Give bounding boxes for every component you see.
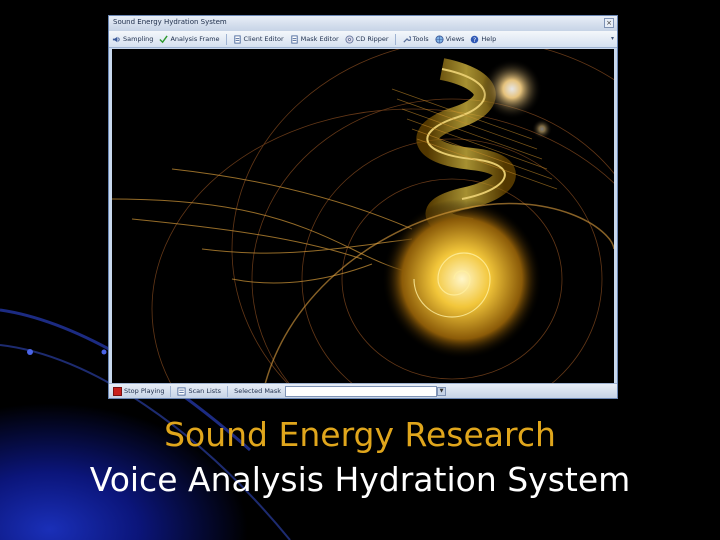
speaker-icon	[112, 36, 120, 42]
wrench-icon	[402, 35, 411, 43]
analysis-frame-label: Analysis Frame	[170, 35, 220, 43]
client-editor-button[interactable]: Client Editor	[233, 33, 284, 46]
svg-text:?: ?	[473, 36, 476, 43]
cd-ripper-label: CD Ripper	[355, 35, 389, 43]
cd-ripper-button[interactable]: CD Ripper	[345, 33, 389, 46]
selected-mask-group: Selected Mask ▼	[234, 385, 447, 397]
document-icon	[233, 34, 241, 44]
title-bar: Sound Energy Hydration System ×	[109, 16, 617, 32]
scan-lists-label: Scan Lists	[188, 387, 222, 395]
sampling-label: Sampling	[123, 35, 154, 43]
app-window: Sound Energy Hydration System × Sampling…	[108, 15, 618, 399]
close-button[interactable]: ×	[604, 18, 614, 28]
globe-icon	[435, 34, 444, 44]
help-icon: ?	[471, 35, 479, 43]
document-icon	[291, 34, 298, 44]
mask-editor-label: Mask Editor	[300, 35, 339, 43]
scan-lists-button[interactable]: Scan Lists	[177, 386, 222, 396]
slide-title: Sound Energy Research	[164, 415, 556, 454]
visualization-canvas	[112, 49, 614, 397]
tools-label: Tools	[412, 35, 429, 43]
window-title: Sound Energy Hydration System	[113, 18, 227, 26]
selected-mask-label: Selected Mask	[234, 387, 282, 395]
disc-icon	[345, 34, 354, 44]
chevron-down-icon[interactable]: ▼	[437, 386, 447, 396]
client-editor-label: Client Editor	[243, 35, 284, 43]
help-button[interactable]: ? Help	[470, 33, 496, 46]
statusbar-divider	[227, 385, 229, 397]
stop-playing-button[interactable]: Stop Playing	[113, 386, 165, 396]
views-button[interactable]: Views	[435, 33, 465, 46]
toolbar-divider	[394, 33, 396, 45]
checkmark-icon	[159, 34, 169, 43]
mask-editor-button[interactable]: Mask Editor	[290, 33, 339, 46]
list-icon	[177, 386, 187, 396]
help-label: Help	[481, 35, 497, 43]
slide-subtitle: Voice Analysis Hydration System	[89, 460, 631, 499]
stop-playing-label: Stop Playing	[124, 387, 165, 395]
analysis-frame-button[interactable]: Analysis Frame	[159, 33, 220, 46]
tools-button[interactable]: Tools	[402, 33, 429, 46]
sampling-button[interactable]: Sampling	[112, 33, 153, 46]
statusbar-divider	[170, 385, 172, 397]
toolbar-overflow-chevron-icon[interactable]: ▾	[611, 35, 614, 42]
toolbar: Sampling Analysis Frame Client Editor Ma…	[109, 31, 617, 48]
views-label: Views	[445, 35, 465, 43]
fractal-artwork	[112, 49, 614, 397]
toolbar-divider	[225, 33, 227, 45]
status-bar: Stop Playing Scan Lists Selected Mask ▼	[109, 383, 617, 398]
stop-icon	[113, 386, 122, 396]
selected-mask-field[interactable]	[285, 385, 438, 397]
